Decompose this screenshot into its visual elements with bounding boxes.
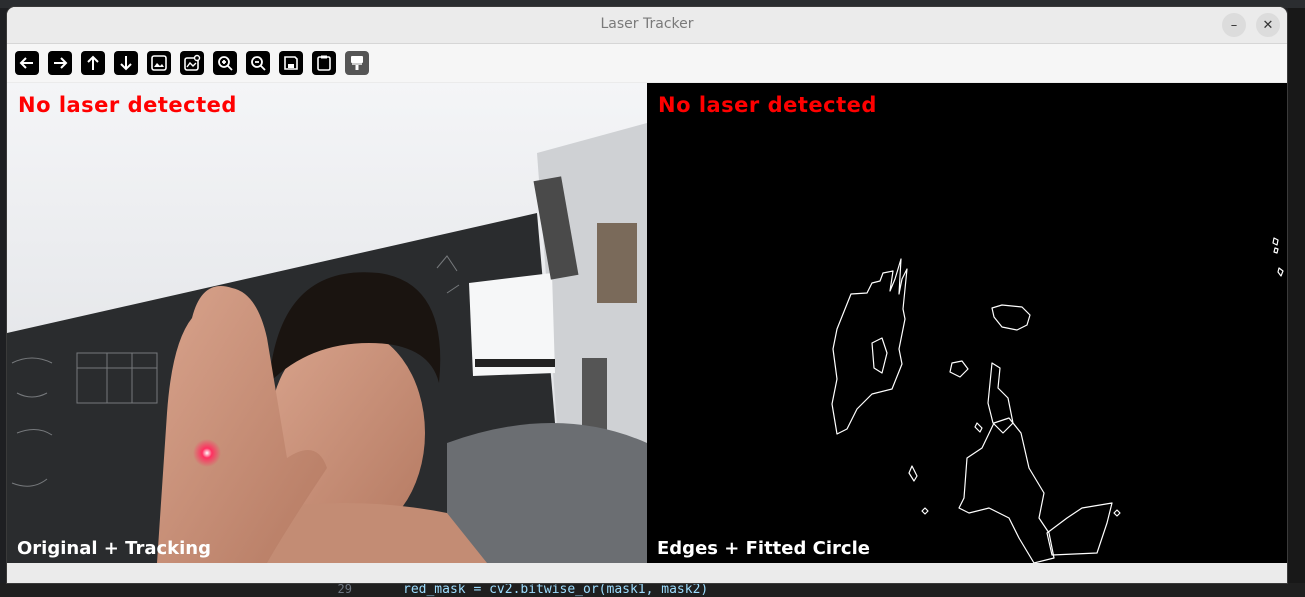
arrow-left-icon	[19, 57, 33, 69]
zoom-in-icon	[218, 56, 233, 71]
properties-button[interactable]	[345, 51, 369, 75]
zoom-out-button[interactable]	[246, 51, 270, 75]
arrow-down-icon	[120, 56, 132, 71]
back-button[interactable]	[15, 51, 39, 75]
arrow-right-icon	[54, 57, 68, 69]
forward-button[interactable]	[48, 51, 72, 75]
original-tracking-view[interactable]: No laser detected Original + Tracking	[7, 83, 647, 563]
zoom-out-icon	[251, 56, 266, 71]
image-settings-button[interactable]	[180, 51, 204, 75]
left-caption: Original + Tracking	[17, 538, 211, 559]
toolbar	[7, 44, 1287, 82]
close-button[interactable]: ✕	[1256, 13, 1280, 37]
right-caption: Edges + Fitted Circle	[657, 538, 870, 559]
fit-image-button[interactable]	[147, 51, 171, 75]
paint-icon	[351, 56, 363, 70]
right-status-text: No laser detected	[658, 93, 877, 117]
image-settings-icon	[184, 54, 201, 71]
save-button[interactable]	[279, 51, 303, 75]
edge-map-image	[831, 237, 1284, 563]
ide-code-line: red_mask = cv2.bitwise_or(mask1, mask2)	[403, 582, 709, 597]
edges-fitted-circle-view[interactable]: No laser detected Edges + Fitted Circle	[647, 83, 1287, 563]
minimize-button[interactable]: –	[1222, 13, 1246, 37]
clipboard-icon	[317, 55, 331, 71]
left-status-text: No laser detected	[18, 93, 237, 117]
camera-frame-image	[7, 83, 647, 563]
image-panels: No laser detected Original + Tracking No…	[7, 83, 1287, 563]
laser-tracker-window: Laser Tracker – ✕ No laser detected Orig…	[7, 7, 1287, 583]
window-title: Laser Tracker	[600, 16, 694, 32]
minimize-icon: –	[1230, 17, 1238, 33]
pan-down-button[interactable]	[114, 51, 138, 75]
copy-clipboard-button[interactable]	[312, 51, 336, 75]
close-icon: ✕	[1262, 17, 1274, 33]
save-icon	[284, 56, 298, 70]
pan-up-button[interactable]	[81, 51, 105, 75]
status-bar	[7, 563, 1287, 583]
arrow-up-icon	[87, 55, 99, 70]
image-icon	[151, 55, 167, 71]
ide-line-number: 29	[337, 582, 352, 596]
ide-scroll-area	[1288, 8, 1305, 583]
zoom-in-button[interactable]	[213, 51, 237, 75]
title-bar[interactable]: Laser Tracker – ✕	[7, 7, 1287, 44]
